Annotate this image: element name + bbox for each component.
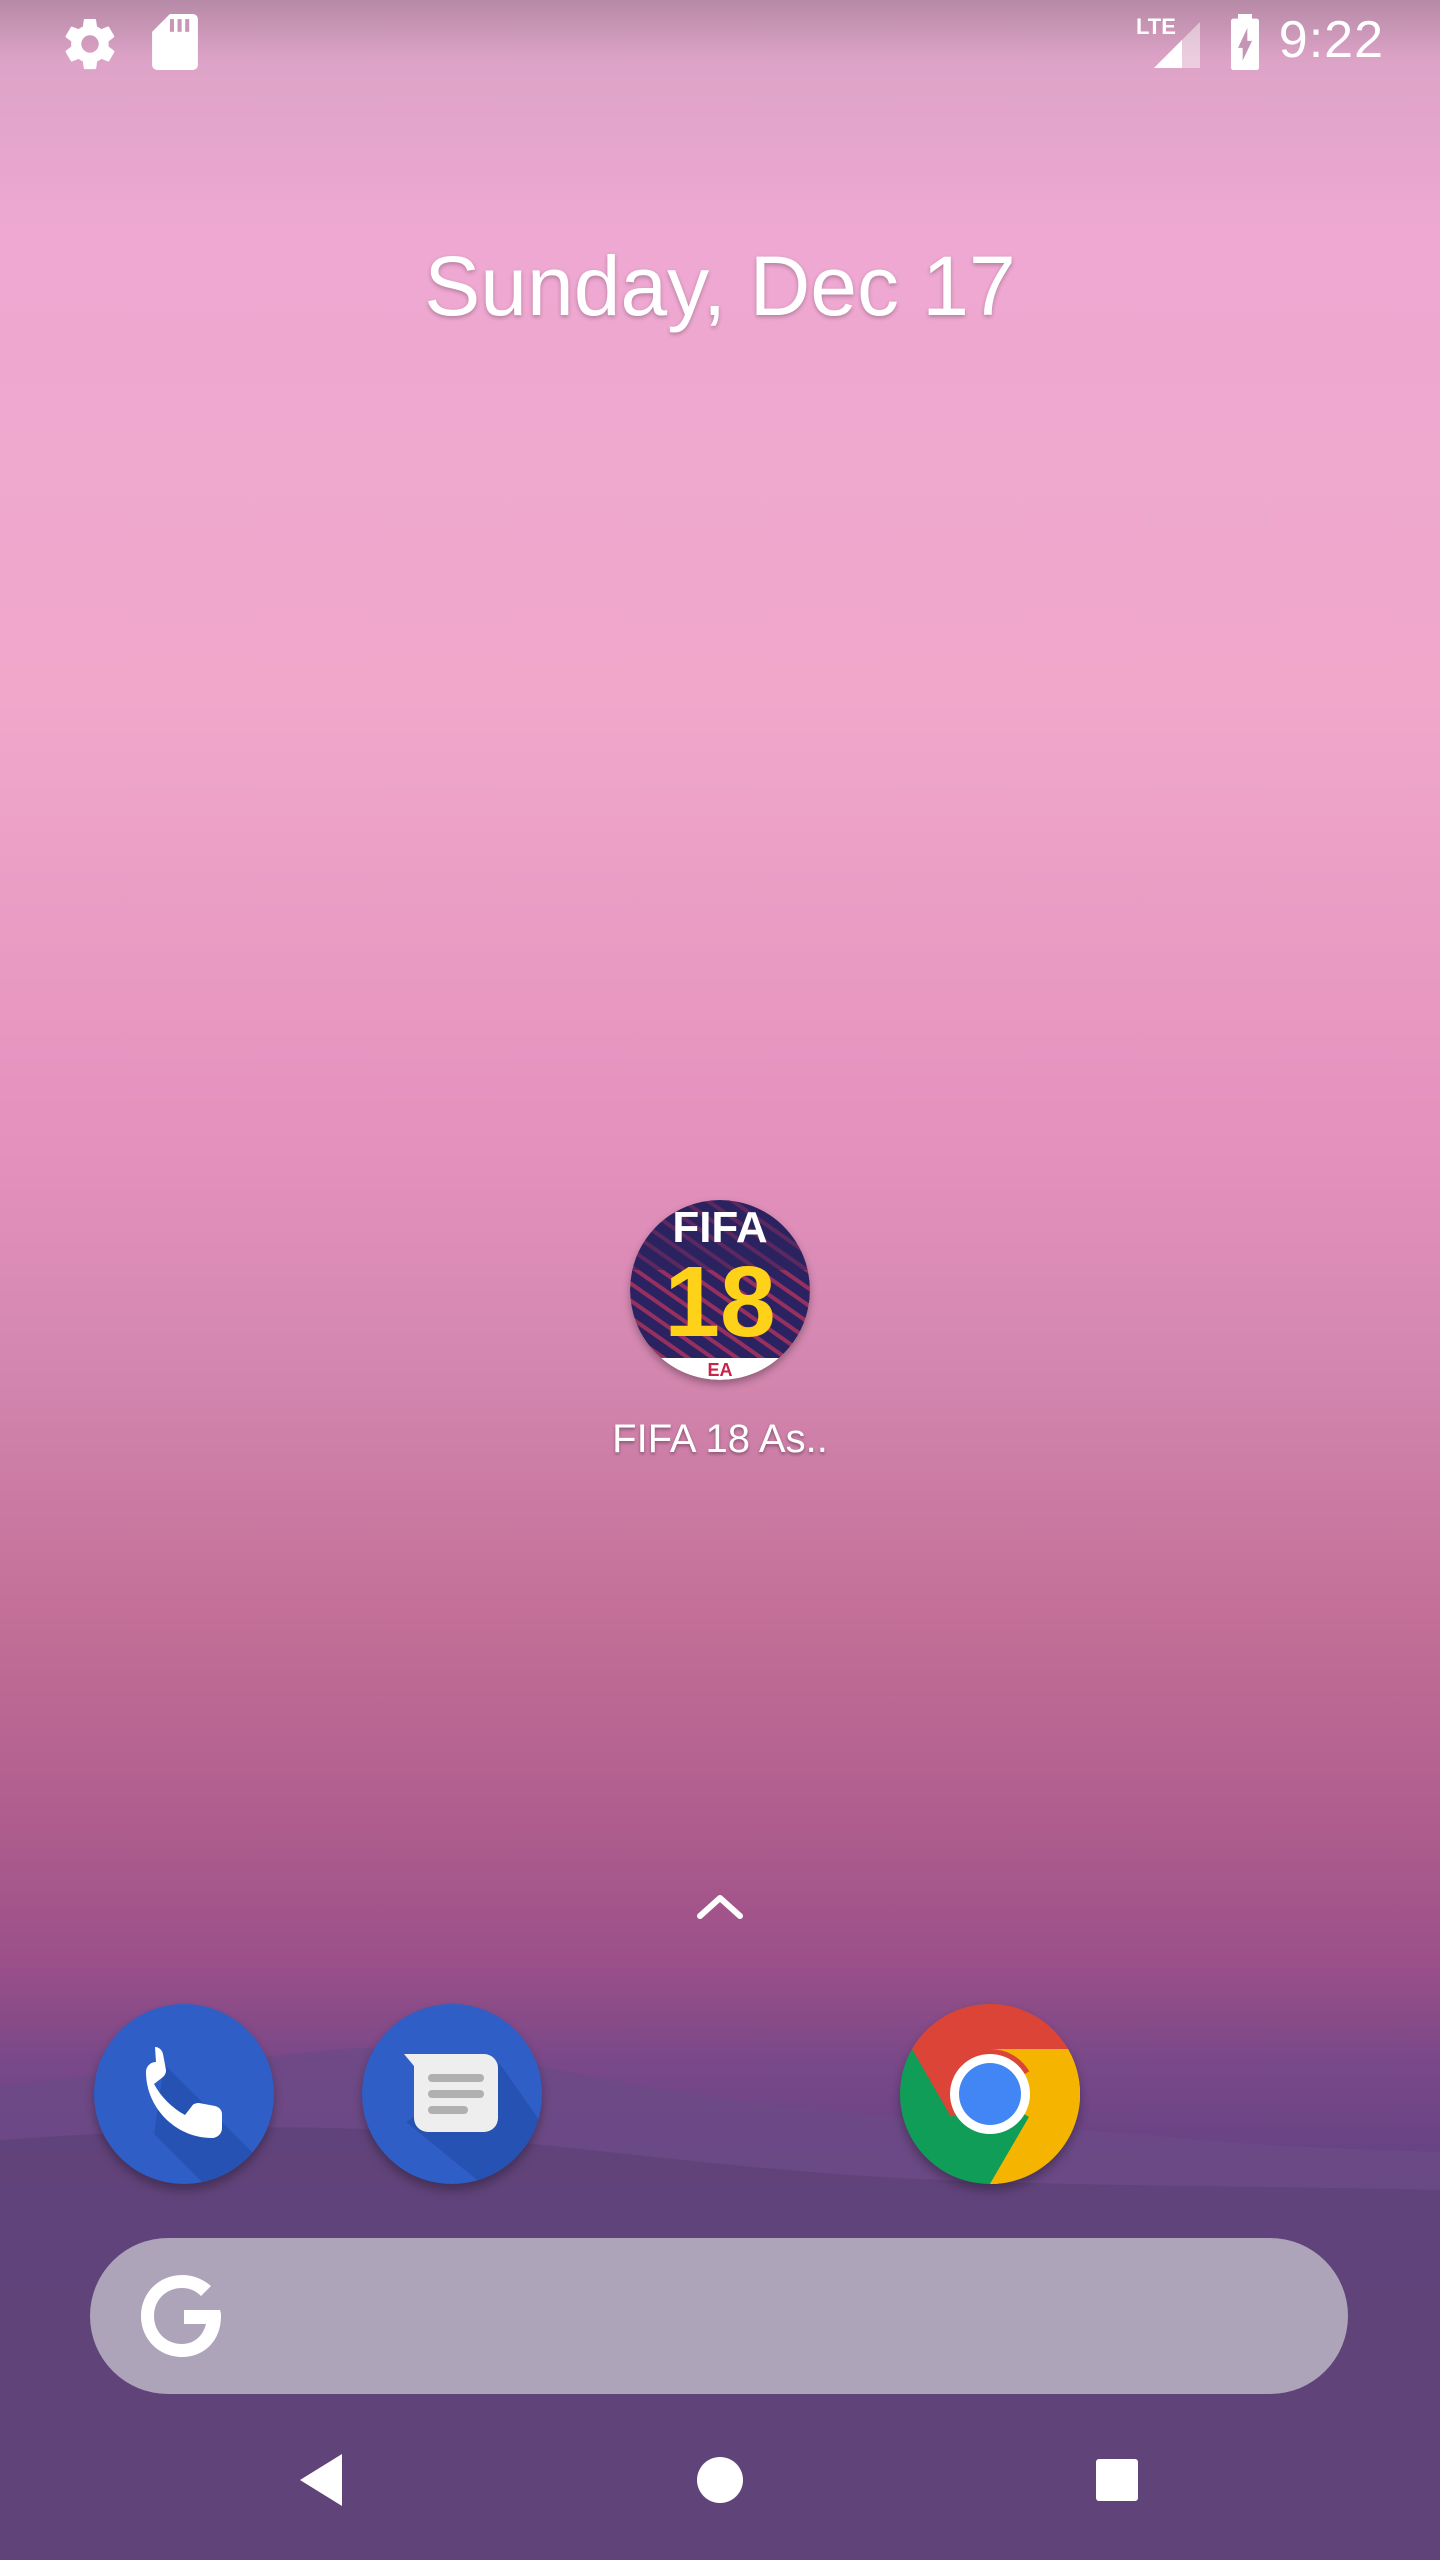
chrome-logo <box>900 2004 1081 2184</box>
date-widget[interactable]: Sunday, Dec 17 <box>0 238 1440 335</box>
svg-text:18: 18 <box>664 1246 775 1358</box>
messages-app-icon[interactable] <box>362 2004 542 2184</box>
fifa-18-app-icon[interactable]: FIFA 18 EA <box>630 1200 810 1380</box>
status-clock: 9:22 <box>1278 11 1384 69</box>
svg-text:LTE: LTE <box>1136 14 1176 39</box>
phone-app-icon[interactable] <box>94 2004 274 2184</box>
chevron-up-icon[interactable] <box>690 1880 750 1930</box>
lte-signal-icon: LTE <box>1136 14 1200 68</box>
home-button[interactable] <box>680 2440 760 2520</box>
app-label: FIFA 18 As.. <box>612 1417 828 1461</box>
svg-text:EA: EA <box>707 1360 732 1380</box>
phone-handset-icon <box>146 2047 274 2184</box>
chrome-app-icon[interactable] <box>900 2004 1081 2184</box>
battery-charging-icon <box>1231 14 1259 70</box>
settings-icon <box>65 18 115 70</box>
fifa-18-logo: FIFA 18 EA <box>630 1200 810 1380</box>
back-button[interactable] <box>282 2440 362 2520</box>
fifa-18-app-shortcut[interactable]: FIFA 18 EA FIFA 18 As.. <box>560 1192 880 1482</box>
svg-text:FIFA: FIFA <box>672 1203 767 1252</box>
google-g-icon <box>141 2275 221 2357</box>
status-bar: LTE 9:22 <box>0 0 1440 84</box>
sd-card-icon <box>152 14 198 70</box>
message-bubble-icon <box>404 2054 542 2184</box>
recents-button[interactable] <box>1077 2440 1157 2520</box>
google-search-bar[interactable] <box>90 2238 1348 2394</box>
navigation-bar <box>0 2400 1440 2560</box>
